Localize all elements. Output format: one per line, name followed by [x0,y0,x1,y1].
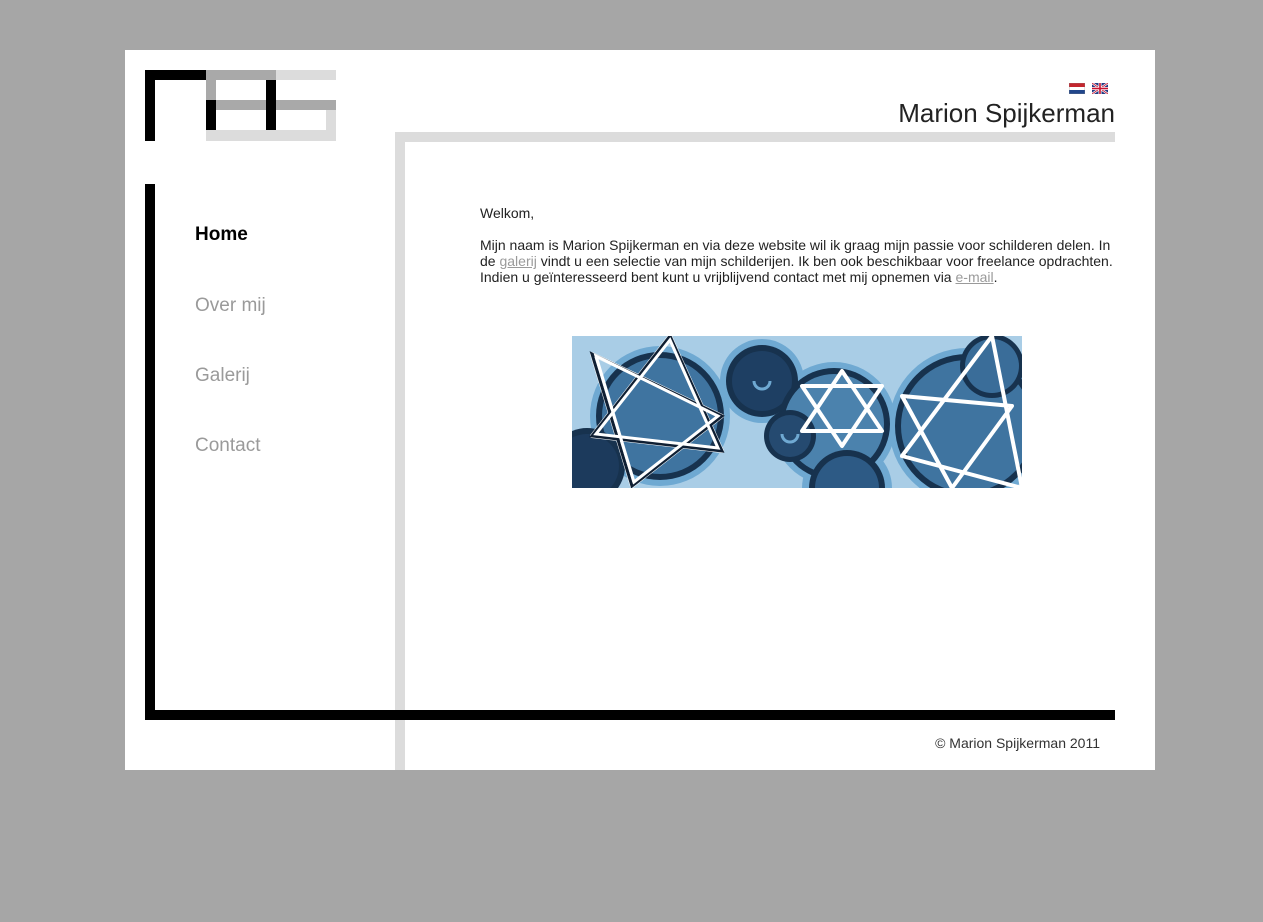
gallery-link[interactable]: galerij [499,253,536,269]
welcome-greeting: Welkom, [480,205,535,221]
email-link[interactable]: e-mail [956,269,994,285]
content-frame-left [395,132,405,770]
footer-copyright: © Marion Spijkerman 2011 [935,735,1100,751]
welcome-paragraph: Mijn naam is Marion Spijkerman en via de… [480,237,1120,285]
dutch-flag-icon[interactable] [1068,81,1086,95]
intro-text-end: . [993,269,998,285]
nav-frame-left [145,184,155,720]
nav-item-over-mij[interactable]: Over mij [195,295,266,317]
intro-text-2: vindt u een selectie van mijn schilderij… [480,253,1113,285]
content-frame-top [395,132,1115,142]
nav-item-contact[interactable]: Contact [195,435,260,457]
site-logo[interactable] [145,70,336,141]
nav-item-galerij[interactable]: Galerij [195,365,250,387]
welcome-content: Welkom, Mijn naam is Marion Spijkerman e… [480,205,1120,285]
page-container: Marion Spijkerman Home Over mij Galerij … [125,50,1155,770]
featured-painting [572,336,1022,488]
site-title: Marion Spijkerman [898,98,1115,128]
nav-frame-bottom [145,710,1115,720]
uk-flag-icon[interactable] [1091,81,1109,95]
nav-item-home[interactable]: Home [195,224,248,246]
